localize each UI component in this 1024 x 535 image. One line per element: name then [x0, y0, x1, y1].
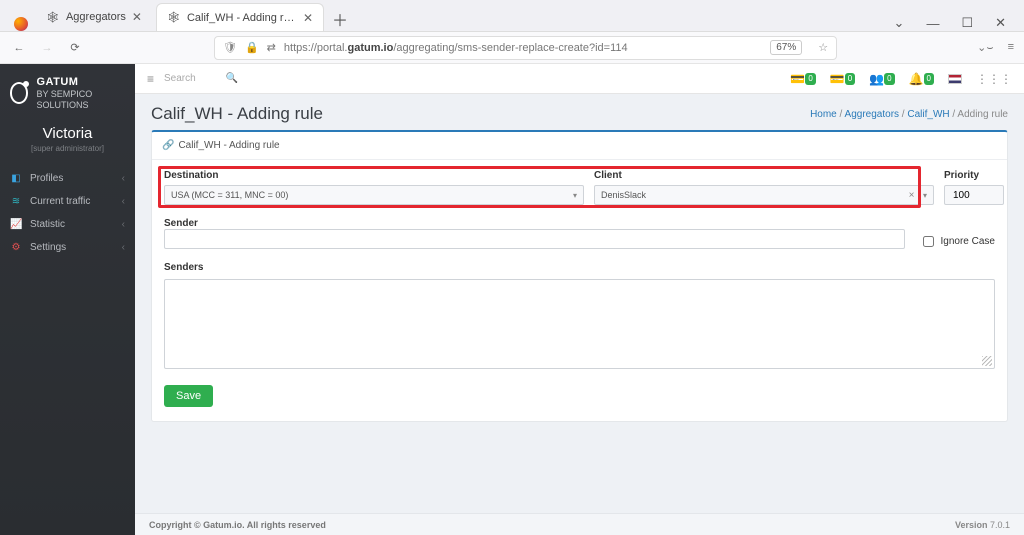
brand-name: GATUM: [36, 76, 125, 89]
priority-input[interactable]: [944, 185, 1004, 205]
language-flag[interactable]: [948, 74, 962, 84]
search-icon: 🔍: [226, 73, 238, 84]
ignore-case-input[interactable]: [923, 236, 934, 247]
clear-icon[interactable]: ×: [909, 190, 915, 201]
new-tab-button[interactable]: ＋: [328, 7, 352, 31]
traffic-icon: ≋: [10, 196, 22, 207]
statistic-icon: 📈: [10, 219, 22, 230]
browser-tab-aggregators[interactable]: 🕸 Aggregators ✕: [36, 3, 152, 31]
search-input[interactable]: Search 🔍: [164, 73, 314, 84]
search-placeholder: Search: [164, 73, 196, 84]
sidebar: GATUM BY SEMPICO SOLUTIONS Victoria [sup…: [0, 64, 135, 535]
tab-title: Calif_WH - Adding rule: [187, 12, 297, 24]
crumb-aggregators[interactable]: Aggregators: [845, 109, 899, 120]
chevron-left-icon: ‹: [122, 242, 125, 253]
crumb-current: Adding rule: [957, 109, 1008, 120]
brand: GATUM BY SEMPICO SOLUTIONS: [0, 64, 135, 117]
save-button[interactable]: Save: [164, 385, 213, 407]
sidebar-item-label: Profiles: [30, 173, 63, 184]
sidebar-item-profiles[interactable]: ◧ Profiles ‹: [0, 167, 135, 190]
sidebar-item-traffic[interactable]: ≋ Current traffic ‹: [0, 190, 135, 213]
copyright: Copyright © Gatum.io. All rights reserve…: [149, 520, 326, 530]
settings-icon: ⚙: [10, 242, 22, 253]
sender-label: Sender: [164, 218, 198, 229]
sidebar-item-statistic[interactable]: 📈 Statistic ‹: [0, 213, 135, 236]
bookmark-star-icon[interactable]: ☆: [818, 41, 828, 54]
app-menu-button[interactable]: ≡: [1008, 41, 1014, 55]
nav-back-button[interactable]: ←: [10, 42, 28, 54]
notif-users[interactable]: 👥0: [869, 72, 894, 86]
chevron-down-icon: ▾: [923, 191, 927, 200]
link-icon: 🔗: [162, 140, 174, 151]
chevron-down-icon: ▾: [573, 191, 577, 200]
panel-title: Calif_WH - Adding rule: [178, 140, 279, 151]
brand-sub: BY SEMPICO SOLUTIONS: [36, 89, 125, 111]
tab-favicon: 🕸: [46, 11, 60, 24]
sidebar-item-settings[interactable]: ⚙ Settings ‹: [0, 236, 135, 259]
topbar: ≡ Search 🔍 💳0 💳0 👥0 🔔0 ⋮⋮⋮: [135, 64, 1024, 94]
window-maximize-button[interactable]: ☐: [961, 15, 973, 31]
destination-select[interactable]: USA (MCC = 311, MNC = 00) ▾: [164, 185, 584, 205]
client-select[interactable]: DenisSlack × ▾: [594, 185, 934, 205]
destination-value: USA (MCC = 311, MNC = 00): [171, 190, 288, 200]
browser-tabstrip: 🕸 Aggregators ✕ 🕸 Calif_WH - Adding rule…: [0, 0, 1024, 32]
permissions-icon: ⇄: [267, 41, 276, 54]
senders-textarea[interactable]: [164, 279, 995, 369]
zoom-indicator[interactable]: 67%: [770, 40, 802, 55]
chevron-left-icon: ‹: [122, 173, 125, 184]
client-label: Client: [594, 170, 934, 181]
crumb-home[interactable]: Home: [810, 109, 837, 120]
nav-reload-button[interactable]: ⟳: [66, 41, 84, 54]
chevron-left-icon: ‹: [122, 219, 125, 230]
nav-forward-button: →: [38, 42, 56, 54]
pocket-icon[interactable]: ⌄⌣: [977, 41, 993, 55]
breadcrumb: Home / Aggregators / Calif_WH / Adding r…: [810, 109, 1008, 120]
chevron-left-icon: ‹: [122, 196, 125, 207]
client-value: DenisSlack: [601, 190, 646, 200]
ignore-case-label: Ignore Case: [941, 236, 995, 247]
window-minimize-button[interactable]: —: [926, 16, 939, 31]
profile-icon: ◧: [10, 173, 22, 184]
lock-icon: 🔒: [245, 41, 259, 54]
page-title: Calif_WH - Adding rule: [151, 104, 323, 124]
menu-toggle-button[interactable]: ≡: [147, 72, 154, 86]
chevron-down-icon[interactable]: ⌄: [894, 15, 905, 31]
user-role: [super administrator]: [4, 144, 131, 153]
url-text: https://portal.gatum.io/aggregating/sms-…: [284, 42, 628, 54]
tab-favicon: 🕸: [167, 11, 181, 24]
notif-credit[interactable]: 💳0: [790, 72, 815, 86]
shield-icon: 🛡: [223, 41, 237, 54]
user-name: Victoria: [4, 125, 131, 142]
notif-credit-red[interactable]: 💳0: [830, 72, 855, 86]
firefox-logo: [6, 17, 36, 31]
destination-label: Destination: [164, 170, 584, 181]
version-value: 7.0.1: [990, 520, 1010, 530]
close-icon[interactable]: ✕: [303, 11, 313, 25]
browser-toolbar: ← → ⟳ 🛡 🔒 ⇄ https://portal.gatum.io/aggr…: [0, 32, 1024, 64]
sidebar-item-label: Statistic: [30, 219, 65, 230]
footer: Copyright © Gatum.io. All rights reserve…: [135, 513, 1024, 535]
priority-field[interactable]: [951, 189, 997, 202]
sender-input[interactable]: [164, 229, 905, 249]
url-bar[interactable]: 🛡 🔒 ⇄ https://portal.gatum.io/aggregatin…: [214, 36, 837, 60]
browser-tab-adding-rule[interactable]: 🕸 Calif_WH - Adding rule ✕: [156, 3, 324, 31]
window-close-button[interactable]: ✕: [995, 15, 1006, 31]
resize-grip[interactable]: [982, 356, 992, 366]
ignore-case-checkbox[interactable]: Ignore Case: [919, 233, 995, 250]
tab-title: Aggregators: [66, 11, 126, 23]
sidebar-item-label: Settings: [30, 242, 66, 253]
gatum-logo-icon: [10, 82, 28, 104]
apps-grid-icon[interactable]: ⋮⋮⋮: [976, 72, 1012, 86]
close-icon[interactable]: ✕: [132, 10, 142, 24]
priority-label: Priority: [944, 170, 1004, 181]
version-label: Version: [955, 520, 988, 530]
sidebar-item-label: Current traffic: [30, 196, 90, 207]
crumb-item[interactable]: Calif_WH: [907, 109, 949, 120]
senders-label: Senders: [164, 262, 995, 273]
notif-bell[interactable]: 🔔0: [909, 72, 934, 86]
panel: 🔗 Calif_WH - Adding rule Destination USA…: [151, 130, 1008, 422]
